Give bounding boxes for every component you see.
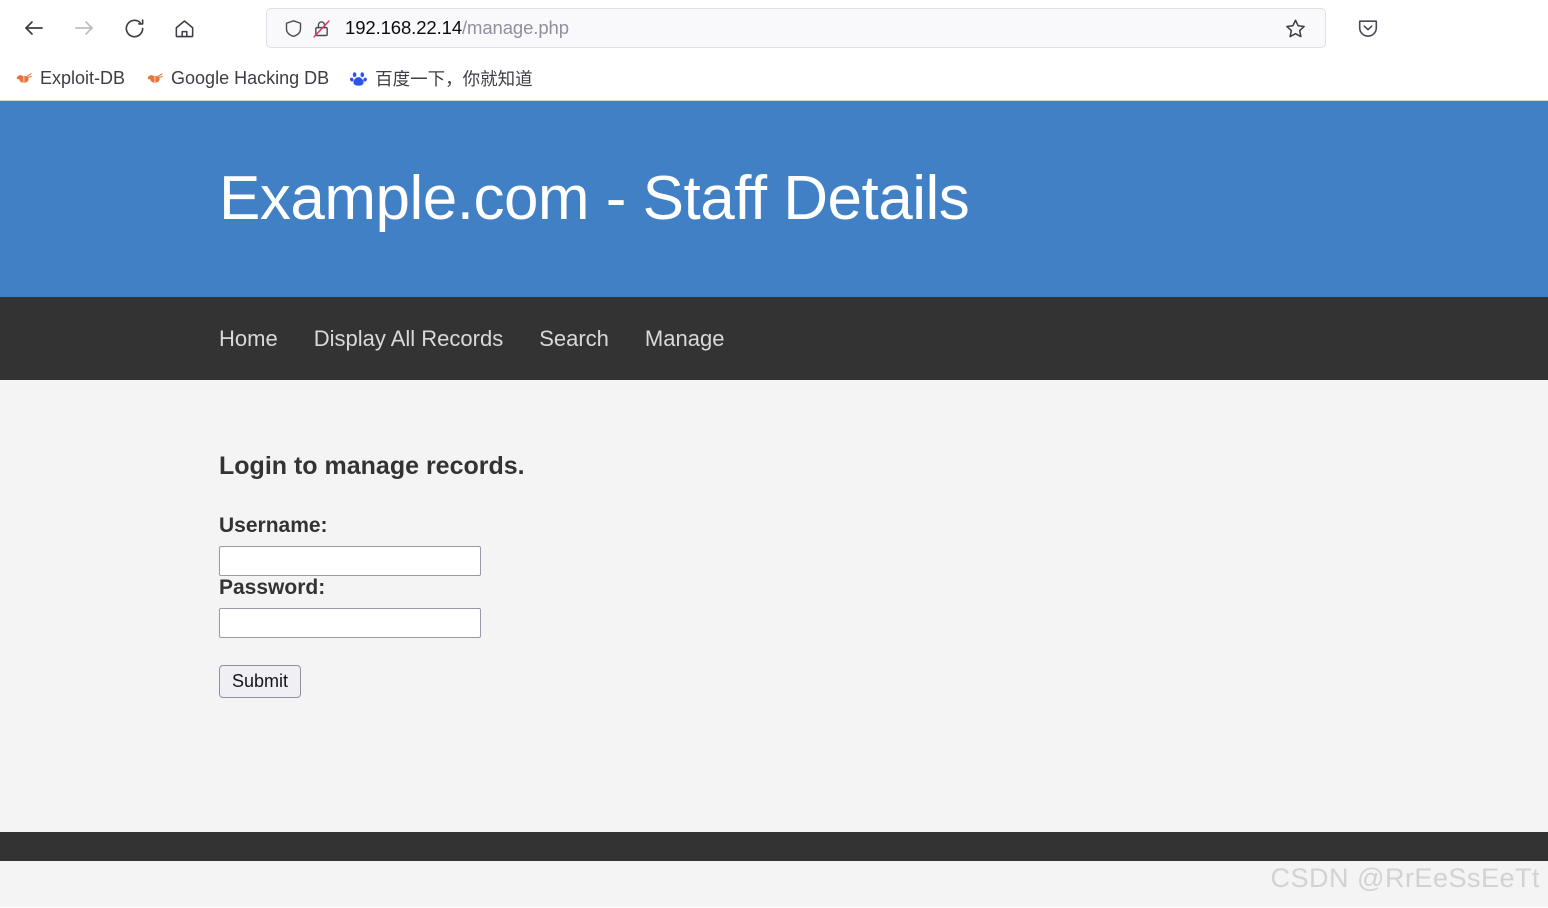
url-path: /manage.php [462,17,569,38]
username-input[interactable] [219,546,481,576]
submit-button[interactable]: Submit [219,665,302,698]
browser-toolbar: 192.168.22.14/manage.php [0,0,1548,56]
bookmark-label: Exploit-DB [40,67,126,88]
csdn-watermark: CSDN @RrEeSsEeTt [1270,863,1540,893]
password-block: Password: [219,576,1548,638]
exploit-db-bug-icon [14,69,32,87]
login-heading: Login to manage records. [219,452,525,480]
pocket-save-icon[interactable] [1348,8,1388,48]
reload-button[interactable] [114,8,154,48]
reload-icon [123,17,146,40]
home-button[interactable] [164,8,204,48]
main-content: Login to manage records. Username: Passw… [0,380,1548,831]
site-navigation: Home Display All Records Search Manage [0,297,1548,380]
address-bar-actions [1277,10,1313,46]
password-input[interactable] [219,608,481,638]
nav-item-display-all-records[interactable]: Display All Records [314,326,504,352]
address-bar[interactable]: 192.168.22.14/manage.php [266,8,1326,48]
bookmarks-toolbar: Exploit-DB Google Hacking DB 百度一下，你就知道 [0,56,1548,101]
url-host: 192.168.22.14 [345,17,463,38]
nav-item-search[interactable]: Search [539,326,609,352]
username-label: Username: [219,514,328,537]
bookmark-exploit-db[interactable]: Exploit-DB [6,62,133,94]
bookmark-label: Google Hacking DB [171,67,330,88]
username-block: Username: [219,514,1548,576]
baidu-paw-icon [349,69,367,87]
page-title: Example.com - Staff Details [219,163,970,233]
bookmark-star-icon[interactable] [1277,10,1313,46]
nav-item-home[interactable]: Home [219,326,278,352]
exploit-db-bug-icon [145,69,163,87]
login-form: Username: Password: Submit [219,514,1548,698]
bookmark-google-hacking-db[interactable]: Google Hacking DB [137,62,337,94]
back-button[interactable] [14,8,54,48]
bookmark-label: 百度一下，你就知道 [375,68,533,89]
insecure-connection-lock-icon[interactable] [307,14,335,42]
site-header: Example.com - Staff Details [0,101,1548,297]
home-icon [173,17,196,40]
forward-button[interactable] [64,8,104,48]
bookmark-baidu[interactable]: 百度一下，你就知道 [341,62,541,94]
tracking-protection-shield-icon[interactable] [279,14,307,42]
url-text: 192.168.22.14/manage.php [345,17,569,39]
nav-item-manage[interactable]: Manage [645,326,725,352]
site-footer [0,832,1548,861]
back-arrow-icon [22,16,46,40]
forward-arrow-icon [72,16,96,40]
browser-chrome: 192.168.22.14/manage.php Exploit-DB Goog… [0,0,1548,101]
password-label: Password: [219,576,326,599]
page-viewport: Example.com - Staff Details Home Display… [0,101,1548,907]
